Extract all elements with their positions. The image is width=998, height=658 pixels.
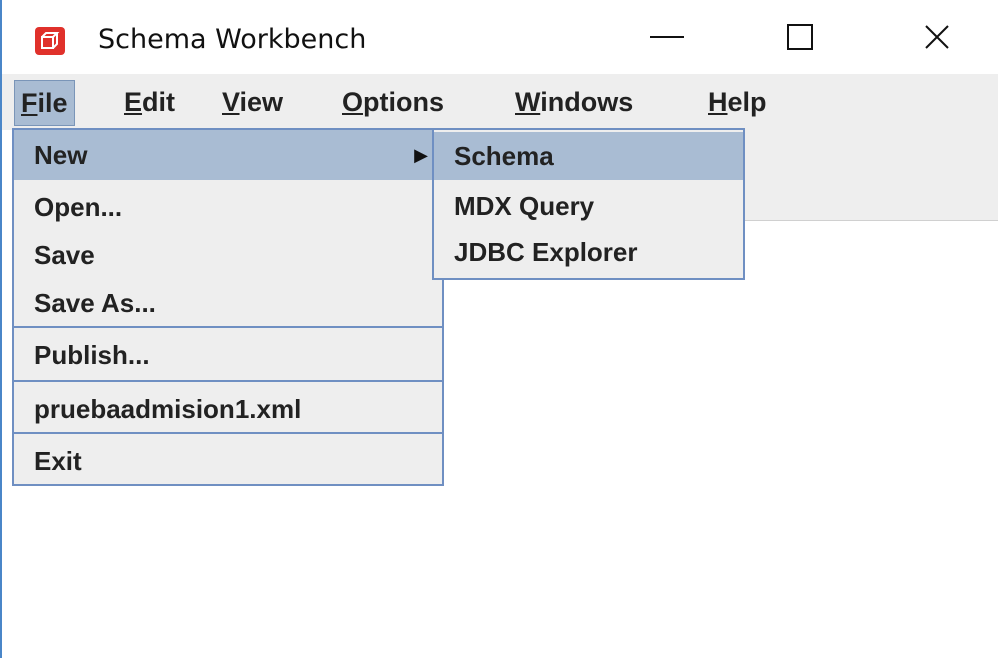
menu-separator	[14, 326, 442, 328]
menu-edit-label: dit	[142, 87, 176, 117]
minimize-icon	[650, 36, 684, 38]
menu-edit-mnemonic: E	[124, 87, 143, 117]
minimize-button[interactable]	[624, 0, 710, 74]
menu-file[interactable]: File	[14, 80, 75, 126]
submenu-item-jdbc-explorer[interactable]: JDBC Explorer	[434, 228, 743, 276]
maximize-icon	[787, 24, 813, 50]
menu-options-mnemonic: O	[342, 87, 364, 117]
menu-item-recent-file-label: pruebaadmision1.xml	[34, 394, 302, 424]
menu-options-label: ptions	[363, 87, 445, 117]
menu-item-open[interactable]: Open...	[14, 182, 442, 232]
menu-item-recent-file[interactable]: pruebaadmision1.xml	[14, 384, 442, 434]
menu-item-publish-label: Publish...	[34, 340, 150, 370]
menu-windows[interactable]: Windows	[509, 80, 639, 124]
menu-item-exit[interactable]: Exit	[14, 436, 442, 486]
app-window: Schema Workbench File Edit View Options …	[0, 0, 998, 658]
menu-windows-label: indows	[540, 87, 634, 117]
menu-windows-mnemonic: W	[515, 87, 541, 117]
window-title: Schema Workbench	[98, 24, 367, 55]
menu-options[interactable]: Options	[336, 80, 450, 124]
close-icon	[925, 25, 949, 49]
submenu-item-mdx-query[interactable]: MDX Query	[434, 182, 743, 230]
new-submenu: Schema MDX Query JDBC Explorer	[432, 128, 745, 280]
submenu-arrow-icon: ▶	[414, 145, 428, 165]
menu-view-label: iew	[239, 87, 284, 117]
menu-file-label: ile	[37, 88, 68, 118]
title-bar[interactable]: Schema Workbench	[2, 0, 998, 74]
submenu-item-schema[interactable]: Schema	[434, 132, 743, 180]
menu-separator	[14, 432, 442, 434]
menu-item-new-label: New	[34, 140, 88, 170]
menu-view[interactable]: View	[216, 80, 289, 124]
file-menu-dropdown: New ▶ Open... Save Save As... Publish...…	[12, 128, 444, 486]
menu-separator	[14, 380, 442, 382]
menu-item-publish[interactable]: Publish...	[14, 330, 442, 380]
menu-item-open-label: Open...	[34, 192, 123, 222]
menu-item-save-as[interactable]: Save As...	[14, 278, 442, 328]
menu-item-save-as-label: Save As...	[34, 288, 156, 318]
menu-item-new[interactable]: New ▶	[14, 130, 442, 180]
submenu-item-jdbc-explorer-label: JDBC Explorer	[454, 237, 638, 267]
menu-help[interactable]: Help	[702, 80, 773, 124]
cube-icon	[35, 27, 65, 55]
maximize-button[interactable]	[757, 0, 843, 74]
menu-item-exit-label: Exit	[34, 446, 82, 476]
menu-edit[interactable]: Edit	[118, 80, 181, 124]
menu-item-save-label: Save	[34, 240, 95, 270]
close-button[interactable]	[894, 0, 980, 74]
menu-file-mnemonic: F	[21, 88, 38, 118]
menu-help-mnemonic: H	[708, 87, 728, 117]
menu-help-label: elp	[727, 87, 767, 117]
menu-view-mnemonic: V	[222, 87, 240, 117]
submenu-item-schema-label: Schema	[454, 141, 554, 171]
menu-item-save[interactable]: Save	[14, 230, 442, 280]
submenu-item-mdx-query-label: MDX Query	[454, 191, 595, 221]
